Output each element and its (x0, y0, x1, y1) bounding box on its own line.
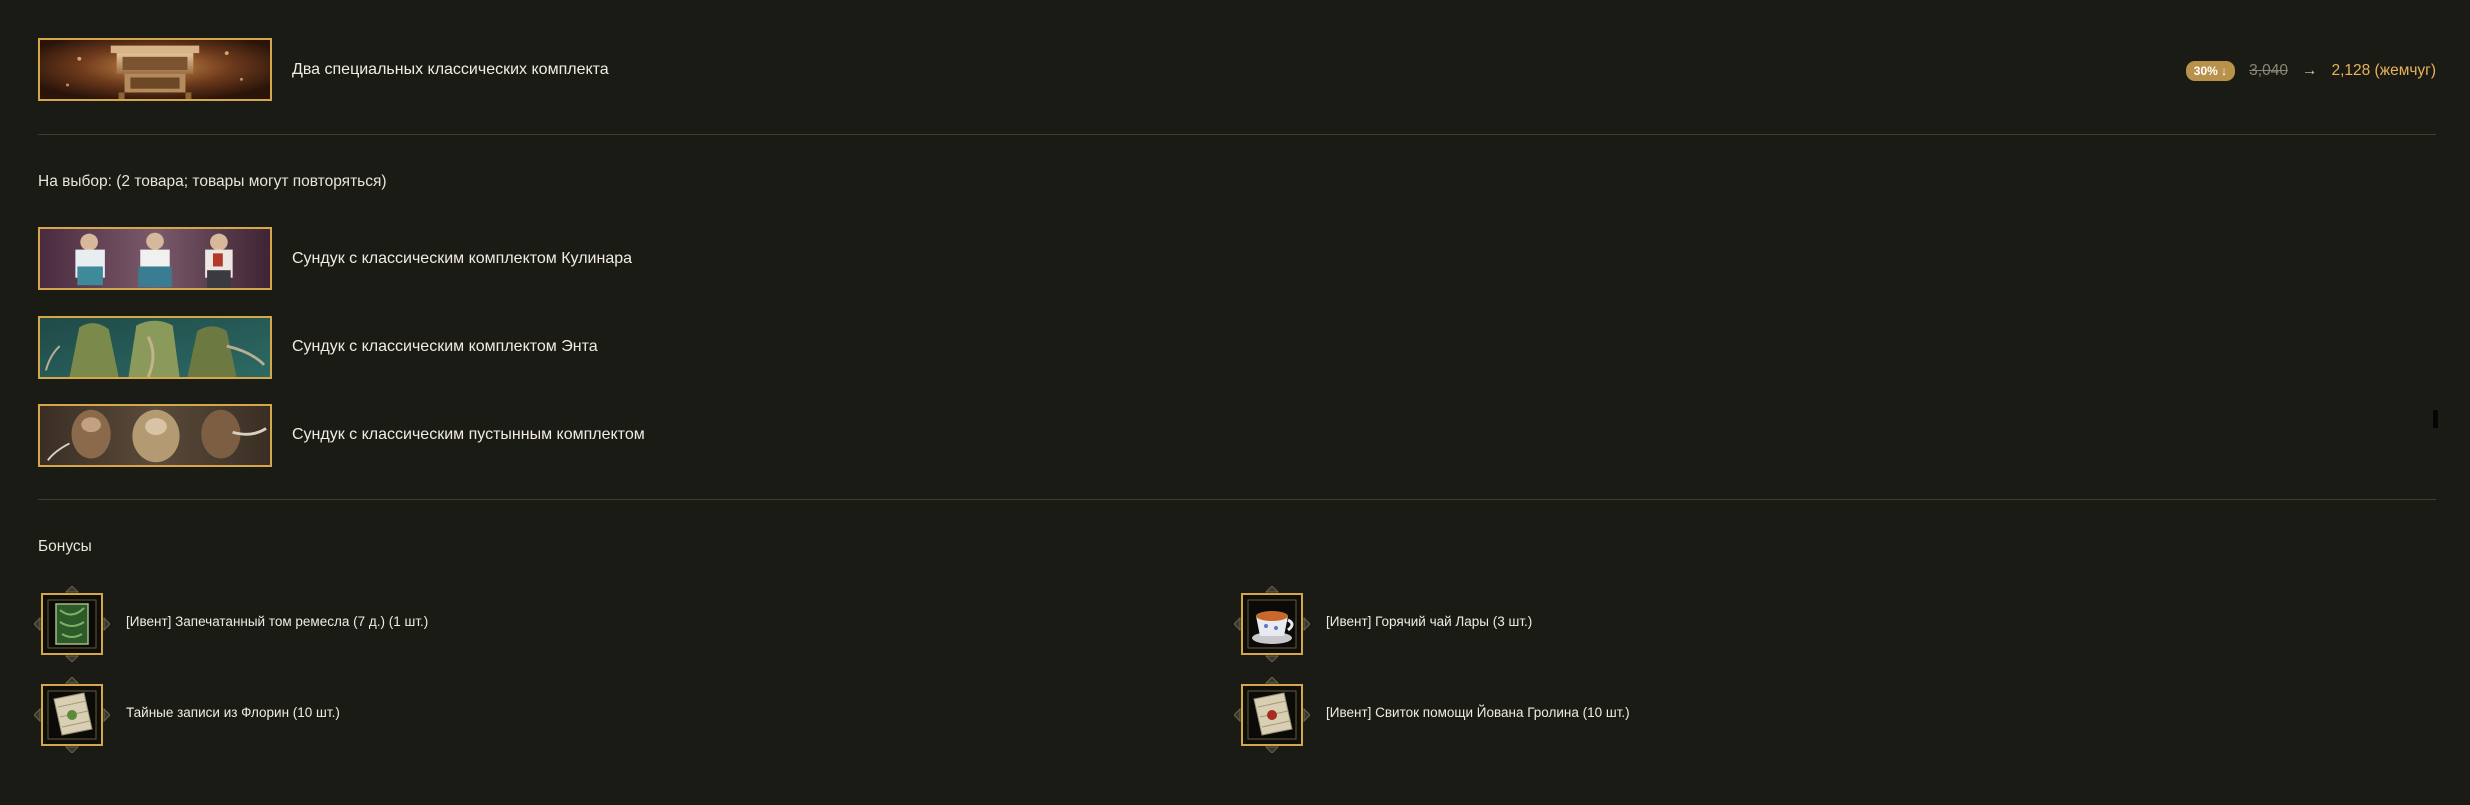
divider (38, 134, 2436, 135)
bonus-label: [Ивент] Горячий чай Лары (3 шт.) (1326, 614, 1533, 629)
choice-item-label[interactable]: Сундук с классическим комплектом Энта (292, 338, 598, 356)
price-arrow: → (2301, 62, 2318, 79)
cook-outfit-thumbnail[interactable] (38, 227, 272, 290)
choice-section-title: На выбор: (2 товара; товары могут повтор… (38, 173, 387, 190)
sealed-letter-icon (34, 677, 110, 753)
ent-outfit-thumbnail[interactable] (38, 316, 272, 379)
choice-item-label[interactable]: Сундук с классическим комплектом Кулинар… (292, 250, 632, 268)
tea-cup-icon (1234, 586, 1310, 662)
old-price: 3,040 (2249, 62, 2288, 79)
bonus-label: [Ивент] Запечатанный том ремесла (7 д.) … (126, 614, 429, 629)
bonus-label: [Ивент] Свиток помощи Йована Гролина (10… (1326, 705, 1630, 720)
desert-outfit-thumbnail[interactable] (38, 404, 272, 467)
bonuses-section-title: Бонусы (38, 538, 92, 555)
new-price: 2,128 (жемчуг) (2331, 62, 2436, 79)
scrollbar-thumb[interactable] (2433, 410, 2438, 428)
bonus-label: Тайные записи из Флорин (10 шт.) (126, 705, 340, 720)
package-detail-panel: Два специальных классических комплекта 3… (0, 0, 2470, 805)
green-tome-icon (34, 586, 110, 662)
cabinet-thumbnail (38, 38, 272, 101)
red-seal-letter-icon (1234, 677, 1310, 753)
choice-item-label[interactable]: Сундук с классическим пустынным комплект… (292, 426, 645, 444)
divider (38, 499, 2436, 500)
package-title: Два специальных классических комплекта (292, 61, 609, 78)
discount-badge: 30% ↓ (2185, 61, 2236, 81)
price-info: 30% ↓ 3,040 → 2,128 (жемчуг) (2185, 60, 2436, 82)
